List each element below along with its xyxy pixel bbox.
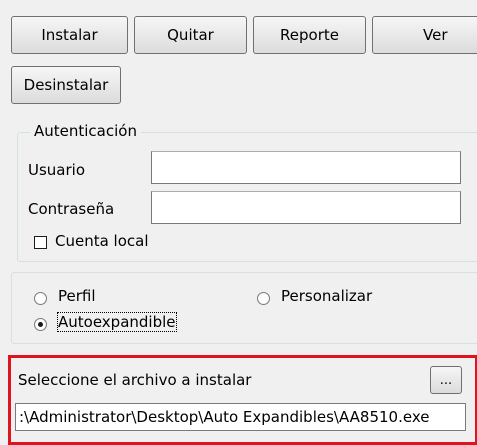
file-path-input[interactable]: :\Administrator\Desktop\Auto Expandibles…	[15, 403, 466, 431]
profile-label: Perfil	[58, 287, 96, 305]
view-button[interactable]: Ver	[372, 16, 477, 54]
file-prompt-label: Seleccione el archivo a instalar	[18, 371, 252, 389]
password-input[interactable]	[151, 191, 461, 224]
local-account-checkbox[interactable]	[34, 236, 47, 249]
autoexpand-radio[interactable]	[34, 318, 47, 331]
user-input[interactable]	[151, 151, 461, 184]
install-options-groupbox	[11, 272, 477, 344]
autoexpand-label: Autoexpandible	[57, 312, 177, 332]
local-account-label: Cuenta local	[55, 232, 149, 250]
profile-radio[interactable]	[34, 292, 47, 305]
customize-radio[interactable]	[257, 292, 270, 305]
customize-label: Personalizar	[281, 287, 373, 305]
auth-legend: Autenticación	[30, 122, 141, 140]
install-button[interactable]: Instalar	[11, 16, 128, 54]
file-path-value: :\Administrator\Desktop\Auto Expandibles…	[19, 408, 430, 426]
browse-button[interactable]: ...	[430, 366, 462, 394]
report-button[interactable]: Reporte	[253, 16, 366, 54]
file-selection-highlight	[8, 355, 477, 445]
password-label: Contraseña	[28, 200, 115, 218]
uninstall-button[interactable]: Desinstalar	[11, 66, 121, 104]
user-label: Usuario	[28, 161, 86, 179]
remove-button[interactable]: Quitar	[134, 16, 247, 54]
